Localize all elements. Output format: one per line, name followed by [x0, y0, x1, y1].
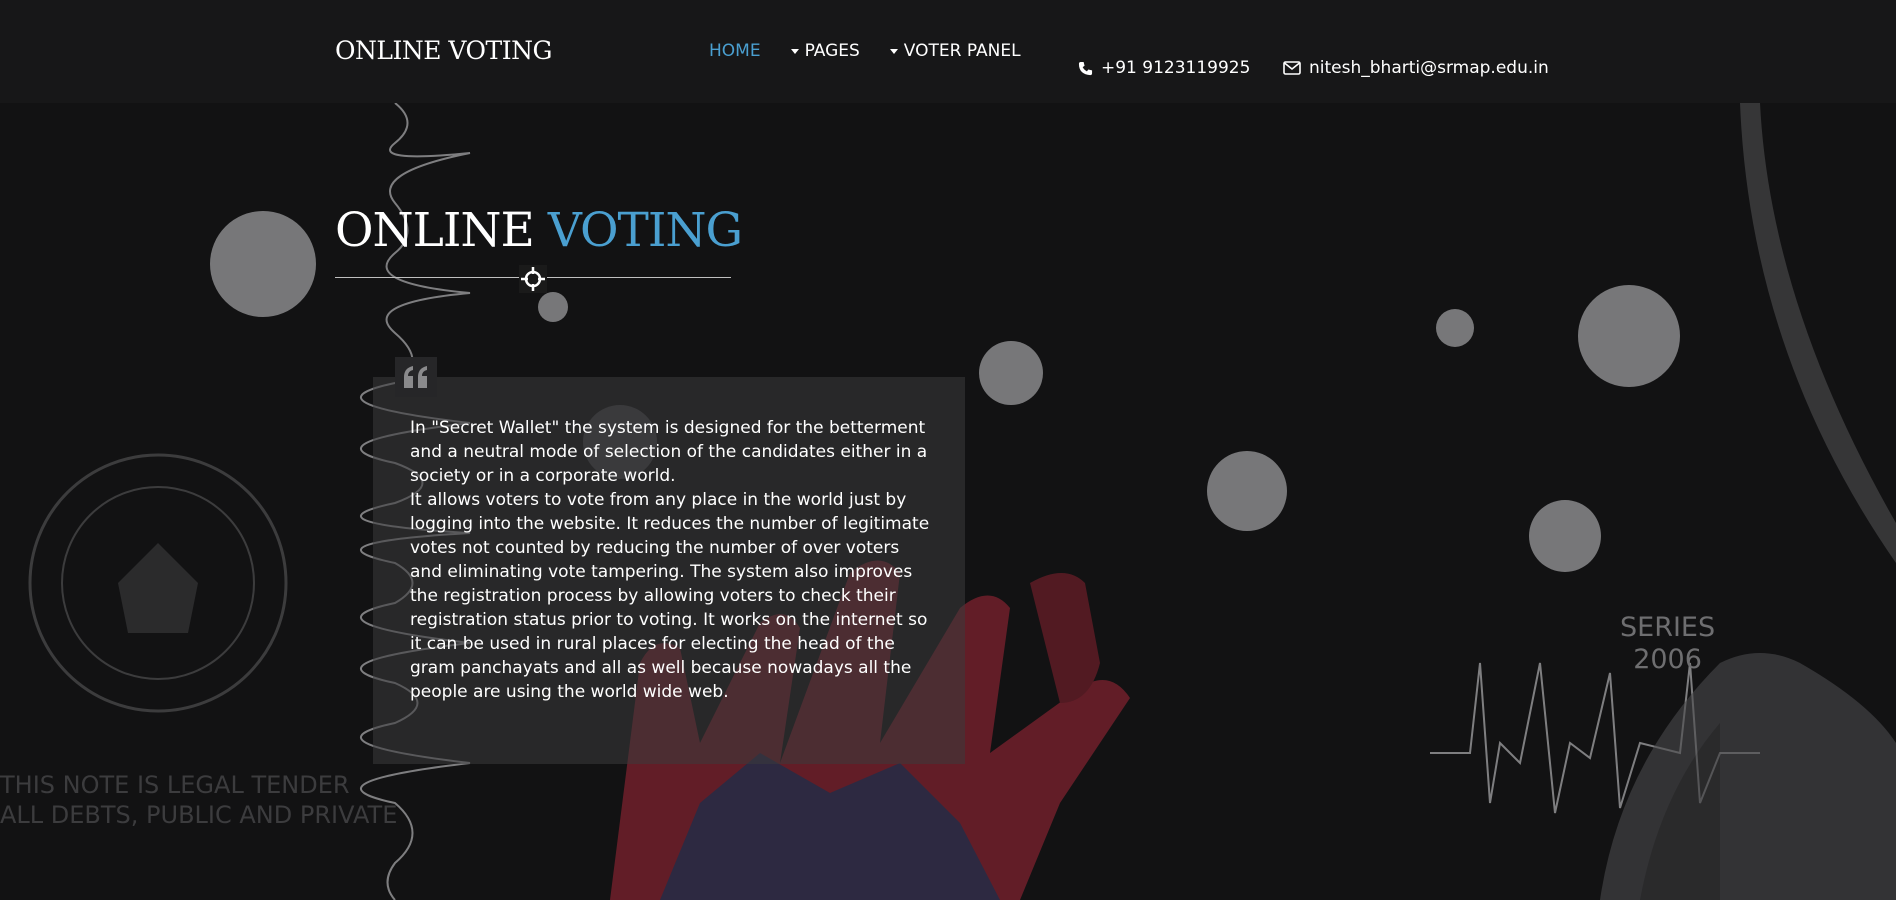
hero-title: ONLINE VOTING	[335, 203, 743, 258]
legal-tender-watermark: THIS NOTE IS LEGAL TENDER ALL DEBTS, PUB…	[0, 771, 398, 829]
federal-reserve-seal	[28, 453, 288, 713]
bill-edge	[1740, 103, 1896, 563]
contact-email[interactable]: nitesh_bharti@srmap.edu.in	[1283, 58, 1549, 78]
hero-title-accent: VOTING	[547, 203, 743, 258]
envelope-icon	[1283, 61, 1301, 75]
nav-voter-panel[interactable]: VOTER PANEL	[889, 41, 1021, 61]
phone-icon	[1078, 61, 1093, 75]
hero-title-main: ONLINE	[335, 203, 535, 258]
contact-phone[interactable]: +91 9123119925	[1078, 58, 1250, 78]
nav-home[interactable]: HOME	[709, 41, 761, 61]
chevron-down-icon	[889, 48, 898, 54]
quote-paragraph: It allows voters to vote from any place …	[410, 490, 930, 702]
quote-text: In "Secret Wallet" the system is designe…	[410, 416, 936, 704]
brand-logo[interactable]: ONLINE VOTING	[335, 36, 552, 65]
quote-left-icon	[404, 366, 427, 388]
quote-icon	[395, 357, 437, 397]
chevron-down-icon	[790, 48, 799, 54]
capitol-dome	[1600, 653, 1896, 900]
main-nav: HOME PAGES VOTER PANEL	[709, 41, 1021, 61]
page: SERIES 2006 THIS NOTE IS LEGAL TENDER AL…	[0, 0, 1896, 900]
top-navbar: ONLINE VOTING HOME PAGES VOTER PANEL +91…	[0, 0, 1896, 103]
quote-paragraph: In "Secret Wallet" the system is designe…	[410, 418, 928, 486]
nav-voter-panel-label: VOTER PANEL	[903, 41, 1021, 61]
nav-pages-label: PAGES	[804, 41, 860, 61]
crosshair-icon	[519, 265, 547, 293]
series-watermark: SERIES 2006	[1620, 612, 1716, 675]
nav-pages[interactable]: PAGES	[790, 41, 860, 61]
email-address: nitesh_bharti@srmap.edu.in	[1309, 58, 1549, 78]
phone-number: +91 9123119925	[1101, 58, 1251, 78]
nav-home-label: HOME	[709, 41, 761, 61]
